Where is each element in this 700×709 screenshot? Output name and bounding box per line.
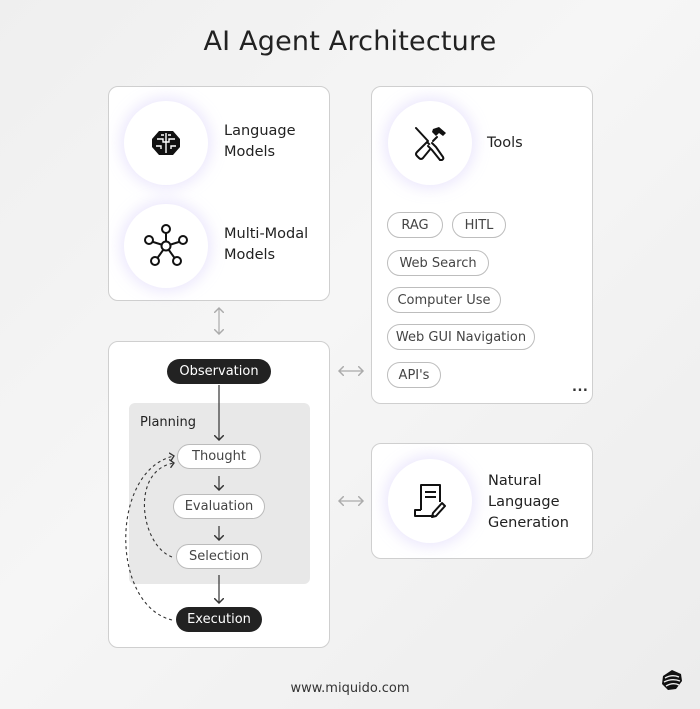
brain-icon: [152, 131, 180, 155]
hammer-screwdriver-icon: [415, 127, 446, 161]
tool-chip-computer-use: Computer Use: [387, 287, 501, 313]
language-models-label: Language Models: [224, 121, 296, 163]
label-line: Models: [224, 144, 276, 160]
observation-node: Observation: [167, 359, 271, 384]
tool-chip-apis: API's: [387, 362, 441, 388]
connector-layer: [125, 0, 700, 621]
multimodal-models-label: Multi-Modal Models: [224, 224, 308, 266]
page-title: AI Agent Architecture: [203, 26, 497, 57]
planning-label: Planning: [140, 415, 196, 430]
miquido-logo-icon: [662, 670, 682, 690]
nlg-circle: [388, 459, 472, 543]
label-line: Language: [224, 123, 296, 139]
tool-chip-web-gui-navigation: Web GUI Navigation: [387, 324, 535, 350]
language-models-circle: [124, 101, 208, 185]
network-hub-icon: [144, 224, 188, 266]
footer-url: www.miquido.com: [290, 681, 410, 696]
execution-node: Execution: [176, 607, 262, 632]
document-pen-icon: [414, 484, 446, 518]
tool-chip-hitl: HITL: [452, 212, 506, 238]
multimodal-models-circle: [124, 204, 208, 288]
selection-node: Selection: [176, 544, 262, 569]
nlg-label: Natural Language Generation: [488, 471, 569, 534]
label-line: Multi-Modal: [224, 226, 309, 242]
label-line: Natural: [488, 473, 542, 489]
thought-node: Thought: [177, 444, 261, 469]
label-line: Language: [488, 494, 560, 510]
label-line: Generation: [488, 515, 569, 531]
tool-chip-web-search: Web Search: [387, 250, 489, 276]
tools-label: Tools: [487, 135, 523, 151]
more-tools-ellipsis: ...: [572, 380, 589, 395]
evaluation-node: Evaluation: [173, 494, 265, 519]
label-line: Models: [224, 247, 276, 263]
tool-chip-rag: RAG: [387, 212, 443, 238]
tools-circle: [388, 101, 472, 185]
